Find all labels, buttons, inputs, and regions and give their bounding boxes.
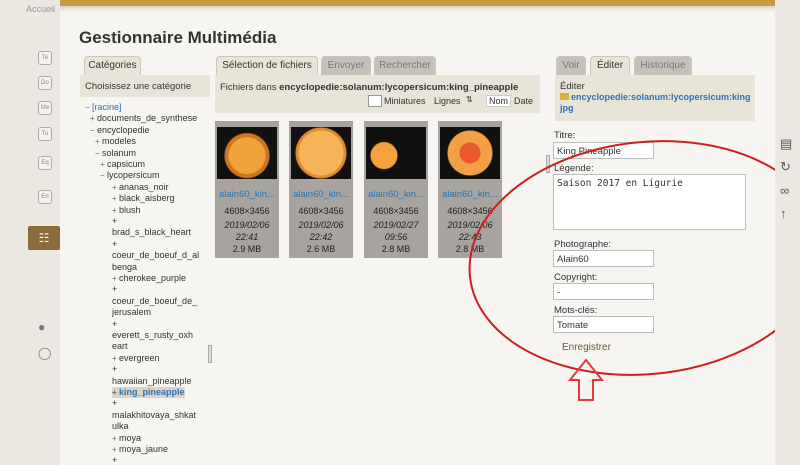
highlight-ellipse: [468, 140, 800, 376]
link-icon[interactable]: ∞: [780, 183, 789, 198]
annotation-overlay: [468, 140, 800, 401]
document-icon[interactable]: ▤: [780, 136, 792, 152]
right-rail: ▤ ↻ ∞ ↑: [775, 0, 800, 465]
up-arrow-annotation: [567, 358, 605, 401]
history-icon[interactable]: ↻: [780, 159, 791, 175]
arrow-up-icon[interactable]: ↑: [780, 206, 787, 221]
